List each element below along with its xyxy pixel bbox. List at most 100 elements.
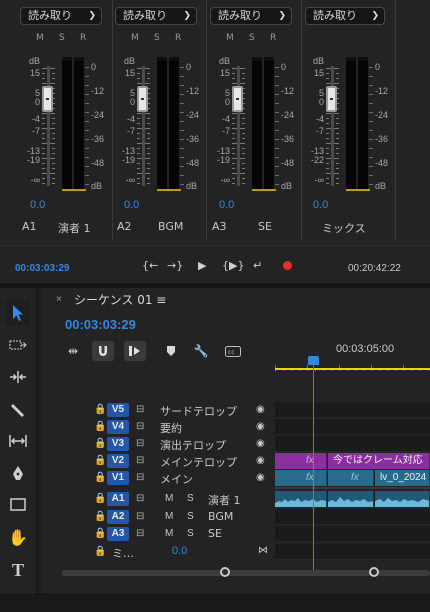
track-target-v3[interactable]: V3 xyxy=(107,437,129,451)
track-lane-a1[interactable] xyxy=(275,491,430,507)
lock-icon[interactable]: 🔒 xyxy=(94,438,106,449)
close-tab-icon[interactable]: × xyxy=(56,294,62,305)
mute-button-a3[interactable]: M xyxy=(226,33,234,43)
track-lane-mix[interactable] xyxy=(275,544,430,560)
mute-track-button[interactable]: M xyxy=(165,511,173,522)
track-target-a1[interactable]: A1 xyxy=(107,492,129,506)
sync-lock-icon[interactable]: ⊟ xyxy=(136,455,144,466)
fader-value-a3[interactable]: 0.0 xyxy=(219,199,234,211)
fader-value-a2[interactable]: 0.0 xyxy=(124,199,139,211)
sync-lock-icon[interactable]: ⊟ xyxy=(136,528,144,539)
rectangle-tool[interactable] xyxy=(6,494,30,518)
video-audio-divider[interactable] xyxy=(275,487,430,489)
automation-mode-dropdown-a3[interactable]: 読み取り ❯ xyxy=(210,7,292,25)
eye-icon[interactable]: ◉ xyxy=(256,438,265,449)
fader-track[interactable] xyxy=(331,66,334,186)
selection-tool[interactable] xyxy=(6,301,30,325)
go-to-out-button[interactable]: →} xyxy=(167,259,183,272)
horizontal-zoom-scrollbar[interactable] xyxy=(62,567,430,577)
track-lane-v5[interactable] xyxy=(275,402,430,418)
mixer-current-timecode[interactable]: 00:03:03:29 xyxy=(15,263,69,274)
track-target-v1[interactable]: V1 xyxy=(107,471,129,485)
mix-volume-value[interactable]: 0.0 xyxy=(172,545,187,557)
razor-tool[interactable] xyxy=(6,398,30,422)
lock-icon[interactable]: 🔒 xyxy=(94,493,106,504)
eye-icon[interactable]: ◉ xyxy=(256,404,265,415)
lock-icon[interactable]: 🔒 xyxy=(94,404,106,415)
automation-mode-dropdown-a2[interactable]: 読み取り ❯ xyxy=(115,7,197,25)
slip-tool[interactable] xyxy=(6,430,30,454)
volume-fader-handle[interactable] xyxy=(232,86,243,112)
pen-tool[interactable] xyxy=(6,462,30,486)
sync-lock-icon[interactable]: ⊟ xyxy=(136,421,144,432)
track-select-tool[interactable] xyxy=(6,334,30,358)
sync-lock-icon[interactable]: ⊟ xyxy=(136,472,144,483)
sync-lock-icon[interactable]: ⊟ xyxy=(136,511,144,522)
track-lane-a3[interactable] xyxy=(275,526,430,542)
play-in-to-out-button[interactable]: {▶} xyxy=(222,259,244,272)
solo-button-a3[interactable]: S xyxy=(249,33,255,43)
type-tool[interactable]: T xyxy=(6,558,30,582)
playhead-handle[interactable] xyxy=(308,356,319,365)
video-clip[interactable]: fx xyxy=(275,470,327,486)
mute-button-a2[interactable]: M xyxy=(131,33,139,43)
automation-mode-dropdown-a1[interactable]: 読み取り ❯ xyxy=(20,7,102,25)
track-target-v5[interactable]: V5 xyxy=(107,403,129,417)
sync-lock-icon[interactable]: ⊟ xyxy=(136,438,144,449)
loop-button[interactable]: ↵ xyxy=(253,259,262,272)
track-target-v2[interactable]: V2 xyxy=(107,454,129,468)
eye-icon[interactable]: ◉ xyxy=(256,455,265,466)
add-marker-icon[interactable] xyxy=(160,341,182,361)
fader-track[interactable] xyxy=(142,66,145,186)
fader-track[interactable] xyxy=(47,66,50,186)
track-target-a3[interactable]: A3 xyxy=(107,527,129,541)
mute-track-button[interactable]: M xyxy=(165,493,173,504)
lock-icon[interactable]: 🔒 xyxy=(94,511,106,522)
eye-icon[interactable]: ◉ xyxy=(256,421,265,432)
graphic-clip[interactable]: 今ではクレーム対応 xyxy=(328,453,430,469)
playhead-line[interactable] xyxy=(313,365,314,570)
record-arm-button-a1[interactable]: R xyxy=(80,33,86,43)
audio-clip[interactable] xyxy=(275,491,327,507)
volume-fader-handle[interactable] xyxy=(42,86,53,112)
solo-button-a2[interactable]: S xyxy=(154,33,160,43)
snap-magnet-icon[interactable] xyxy=(92,341,114,361)
sequence-tab-title[interactable]: シーケンス 01 ≡ xyxy=(74,291,166,308)
fader-value-mix[interactable]: 0.0 xyxy=(313,199,328,211)
volume-fader-handle[interactable] xyxy=(326,86,337,112)
lock-icon[interactable]: 🔒 xyxy=(94,546,106,557)
ripple-edit-tool[interactable] xyxy=(6,366,30,390)
go-to-in-button[interactable]: {← xyxy=(142,259,158,272)
pan-icon[interactable]: ⋈ xyxy=(258,545,268,556)
video-clip[interactable]: lv_0_2024 xyxy=(375,470,430,486)
solo-track-button[interactable]: S xyxy=(187,493,194,504)
sync-lock-icon[interactable]: ⊟ xyxy=(136,404,144,415)
lock-icon[interactable]: 🔒 xyxy=(94,528,106,539)
timeline-timecode[interactable]: 00:03:03:29 xyxy=(65,317,136,332)
captions-icon[interactable]: cc xyxy=(222,341,244,361)
record-arm-button-a3[interactable]: R xyxy=(270,33,276,43)
track-lane-a2[interactable] xyxy=(275,509,430,525)
hand-tool[interactable]: ✋ xyxy=(6,526,30,550)
track-target-v4[interactable]: V4 xyxy=(107,420,129,434)
video-clip[interactable]: fx xyxy=(328,470,374,486)
work-area-bar[interactable] xyxy=(275,368,430,370)
track-lane-v1[interactable]: fx fx lv_0_2024 xyxy=(275,470,430,486)
track-target-a2[interactable]: A2 xyxy=(107,510,129,524)
track-lane-v2[interactable]: fx 今ではクレーム対応 xyxy=(275,453,430,469)
record-arm-button-a2[interactable]: R xyxy=(175,33,181,43)
linked-selection-icon[interactable] xyxy=(124,341,146,361)
track-lane-v4[interactable] xyxy=(275,419,430,435)
solo-track-button[interactable]: S xyxy=(187,511,194,522)
fader-track[interactable] xyxy=(237,66,240,186)
graphic-clip[interactable]: fx xyxy=(275,453,327,469)
play-button[interactable]: ▶ xyxy=(198,259,206,272)
mute-button-a1[interactable]: M xyxy=(36,33,44,43)
fader-value-a1[interactable]: 0.0 xyxy=(30,199,45,211)
eye-icon[interactable]: ◉ xyxy=(256,472,265,483)
insert-nest-icon[interactable]: ⇹ xyxy=(62,341,84,361)
track-lane-v3[interactable] xyxy=(275,436,430,452)
solo-button-a1[interactable]: S xyxy=(59,33,65,43)
volume-fader-handle[interactable] xyxy=(137,86,148,112)
audio-clip[interactable] xyxy=(375,491,430,507)
